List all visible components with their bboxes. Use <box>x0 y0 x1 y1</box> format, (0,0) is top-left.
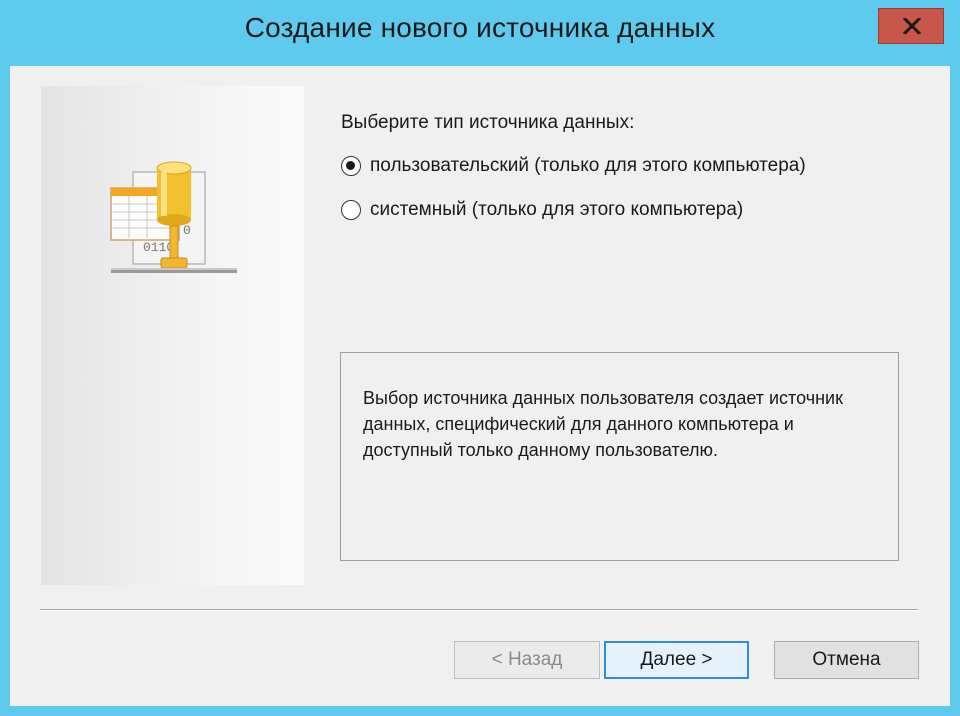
cancel-button[interactable]: Отмена <box>774 641 919 679</box>
radio-label-user[interactable]: пользовательский (только для этого компь… <box>370 155 806 177</box>
radio-button-system[interactable] <box>341 200 361 220</box>
close-button[interactable] <box>878 8 944 44</box>
dialog-window: Создание нового источника данных 01 0 01… <box>0 0 960 716</box>
footer-separator <box>40 609 918 611</box>
back-button[interactable]: < Назад <box>454 641 600 679</box>
radio-option-user[interactable]: пользовательский (только для этого компь… <box>341 152 806 180</box>
radio-label-system[interactable]: системный (только для этого компьютера) <box>370 199 743 221</box>
description-box: Выбор источника данных пользователя созд… <box>340 352 899 561</box>
close-icon <box>903 18 921 34</box>
svg-text:0: 0 <box>183 223 191 238</box>
radio-button-user[interactable] <box>341 156 361 176</box>
wizard-side-panel: 01 0 0110 <box>41 86 304 585</box>
next-button[interactable]: Далее > <box>604 641 749 679</box>
datasource-type-label: Выберите тип источника данных: <box>341 112 635 133</box>
radio-option-system[interactable]: системный (только для этого компьютера) <box>341 196 743 224</box>
title-bar[interactable]: Создание нового источника данных <box>0 0 960 66</box>
dialog-client-area: 01 0 0110 <box>10 66 950 706</box>
description-text: Выбор источника данных пользователя созд… <box>363 388 843 460</box>
window-title: Создание нового источника данных <box>244 12 716 43</box>
datasource-icon: 01 0 0110 <box>110 161 237 273</box>
